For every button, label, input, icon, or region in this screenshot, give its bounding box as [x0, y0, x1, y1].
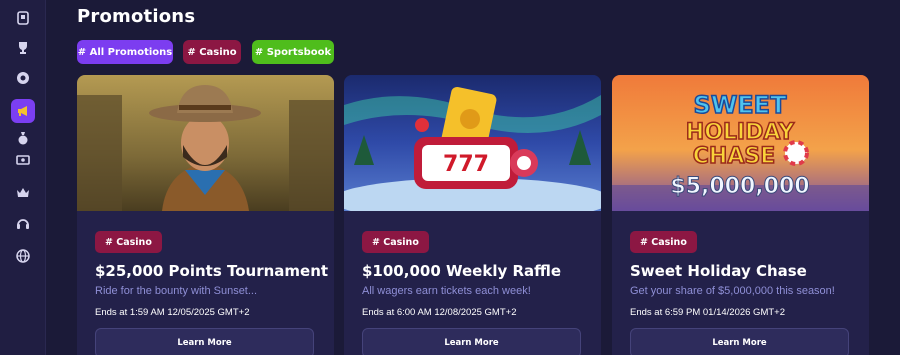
card-end-date: Ends at 6:00 AM 12/08/2025 GMT+2 — [362, 307, 517, 318]
svg-text:777: 777 — [443, 152, 489, 177]
card-subtitle: All wagers earn tickets each week! — [362, 285, 531, 297]
filter-casino[interactable]: # Casino — [183, 40, 241, 64]
trophy-icon[interactable] — [11, 36, 35, 60]
chip-icon[interactable] — [11, 66, 35, 90]
category-tag[interactable]: # Casino — [95, 231, 162, 253]
card-end-date: Ends at 1:59 AM 12/05/2025 GMT+2 — [95, 307, 250, 318]
promo-card-holiday-chase[interactable]: SWEET HOLIDAY CHASE $5,000,000 # Casino … — [612, 75, 869, 355]
promo-card-weekly-raffle[interactable]: 777 # Casino $100,000 Weekly Raffle All … — [344, 75, 601, 355]
sidebar — [0, 0, 46, 355]
card-icon[interactable] — [11, 6, 35, 30]
learn-more-button[interactable]: Learn More — [95, 328, 314, 355]
card-subtitle: Get your share of $5,000,000 this season… — [630, 285, 835, 297]
globe-icon[interactable] — [11, 244, 35, 268]
promo-card-points-tournament[interactable]: # Casino $25,000 Points Tournament Ride … — [77, 75, 334, 355]
cash-icon[interactable] — [11, 148, 35, 172]
card-subtitle: Ride for the bounty with Sunset... — [95, 285, 258, 297]
card-title: Sweet Holiday Chase — [630, 262, 807, 280]
category-tag[interactable]: # Casino — [630, 231, 697, 253]
headset-icon[interactable] — [11, 212, 35, 236]
banner-line3: CHASE — [693, 144, 775, 169]
money-bag-icon[interactable] — [11, 126, 35, 150]
crown-icon[interactable] — [11, 181, 35, 205]
card-title: $100,000 Weekly Raffle — [362, 262, 562, 280]
banner-line2: HOLIDAY — [686, 120, 796, 145]
promo-image-holiday-chase: SWEET HOLIDAY CHASE $5,000,000 — [612, 75, 869, 211]
megaphone-icon[interactable] — [11, 99, 35, 123]
learn-more-button[interactable]: Learn More — [362, 328, 581, 355]
promo-image-cowboy — [77, 75, 334, 211]
card-end-date: Ends at 6:59 PM 01/14/2026 GMT+2 — [630, 307, 785, 318]
page-title: Promotions — [77, 6, 196, 27]
filter-sportsbook[interactable]: # Sportsbook — [252, 40, 334, 64]
banner-amount: $5,000,000 — [670, 174, 809, 199]
learn-more-button[interactable]: Learn More — [630, 328, 849, 355]
category-tag[interactable]: # Casino — [362, 231, 429, 253]
card-title: $25,000 Points Tournament — [95, 262, 329, 280]
filter-all-promotions[interactable]: # All Promotions — [77, 40, 173, 64]
promo-image-slot-machine: 777 — [344, 75, 601, 211]
banner-line1: SWEET — [694, 91, 788, 119]
